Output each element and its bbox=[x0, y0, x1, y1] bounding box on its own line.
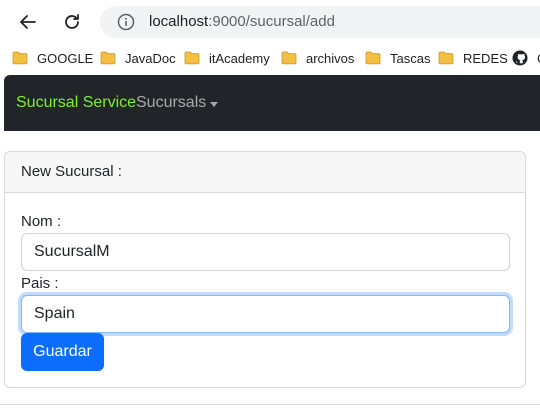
bookmark-redes[interactable]: REDES bbox=[438, 48, 508, 68]
dropdown-label: Sucursals bbox=[136, 94, 207, 111]
bookmark-tascas[interactable]: Tascas bbox=[365, 48, 430, 68]
folder-icon bbox=[365, 51, 381, 65]
folder-icon bbox=[438, 51, 454, 65]
url-path: :9000/sucursal/add bbox=[208, 13, 335, 30]
bookmark-label: JavaDoc bbox=[125, 50, 176, 66]
sucursals-dropdown[interactable]: Sucursals bbox=[136, 94, 219, 112]
browser-toolbar: localhost:9000/sucursal/add bbox=[0, 0, 540, 44]
nom-label: Nom : bbox=[21, 213, 62, 230]
url-host: localhost bbox=[149, 13, 209, 30]
brand-link[interactable]: Sucursal Service bbox=[16, 94, 136, 112]
card-header: New Sucursal : bbox=[5, 152, 525, 193]
nom-input[interactable] bbox=[21, 233, 510, 271]
bookmark-label: REDES bbox=[463, 50, 508, 66]
url-text: localhost:9000/sucursal/add bbox=[149, 13, 335, 30]
new-sucursal-card: New Sucursal : Nom : Pais : Guardar bbox=[4, 151, 526, 388]
pais-input[interactable] bbox=[21, 295, 510, 333]
back-icon[interactable] bbox=[15, 9, 41, 35]
bookmark-label: itAcademy bbox=[209, 50, 270, 66]
pais-label: Pais : bbox=[21, 275, 59, 292]
github-icon bbox=[512, 50, 528, 66]
bookmark-google[interactable]: GOOGLE bbox=[12, 48, 93, 68]
folder-icon bbox=[281, 51, 297, 65]
reload-icon[interactable] bbox=[59, 9, 85, 35]
bookmark-archivos[interactable]: archivos bbox=[281, 48, 354, 68]
folder-icon bbox=[100, 51, 116, 65]
caret-down-icon bbox=[210, 101, 219, 107]
folder-icon bbox=[12, 51, 28, 65]
bookmark-label: archivos bbox=[306, 50, 355, 66]
bookmark-label: Tascas bbox=[390, 50, 431, 66]
bookmark-label: GOOGLE bbox=[37, 50, 94, 66]
bookmarks-bar: GOOGLE JavaDoc itAcademy archivos Tascas… bbox=[0, 44, 540, 72]
bookmark-github[interactable]: C bbox=[512, 48, 540, 68]
info-icon[interactable] bbox=[117, 13, 135, 31]
bookmark-javadoc[interactable]: JavaDoc bbox=[100, 48, 176, 68]
app-navbar: Sucursal Service Sucursals bbox=[4, 75, 540, 131]
address-bar[interactable]: localhost:9000/sucursal/add bbox=[100, 6, 540, 38]
bottom-divider bbox=[0, 404, 540, 405]
guardar-button[interactable]: Guardar bbox=[21, 333, 104, 371]
folder-icon bbox=[184, 51, 200, 65]
bookmark-itacademy[interactable]: itAcademy bbox=[184, 48, 270, 68]
